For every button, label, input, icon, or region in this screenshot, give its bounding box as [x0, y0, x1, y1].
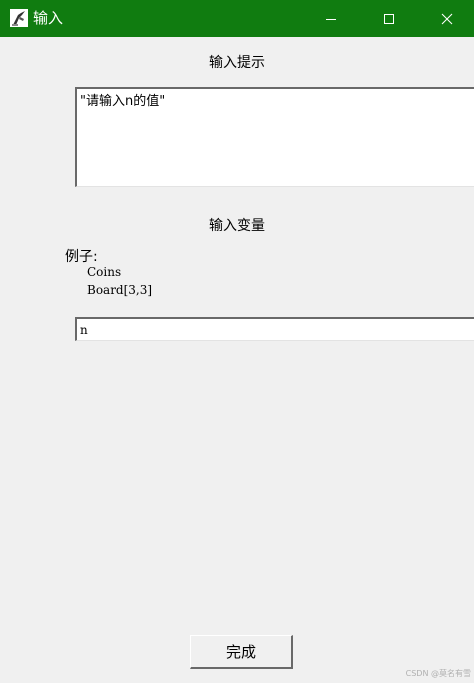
prompt-text: "请输入n的值" [80, 94, 166, 109]
example-item: Board[3,3] [87, 283, 153, 297]
close-icon [441, 13, 453, 24]
title-bar[interactable]: 输入 [0, 0, 474, 37]
prompt-text-box[interactable]: "请输入n的值" [75, 87, 474, 187]
maximize-button[interactable] [366, 0, 412, 37]
variable-section-label: 输入变量 [209, 218, 265, 234]
window-title: 输入 [33, 9, 64, 27]
minimize-button[interactable] [308, 0, 354, 37]
app-icon [10, 9, 28, 27]
example-item: Coins [87, 265, 122, 279]
watermark: CSDN @莫名有雪 [405, 669, 471, 678]
done-button[interactable]: 完成 [190, 635, 293, 669]
close-button[interactable] [424, 0, 470, 37]
variable-input[interactable] [75, 317, 474, 341]
prompt-section-label: 输入提示 [209, 55, 265, 71]
minimize-icon [326, 18, 336, 20]
example-title: 例子: [65, 249, 98, 265]
maximize-icon [384, 13, 394, 24]
